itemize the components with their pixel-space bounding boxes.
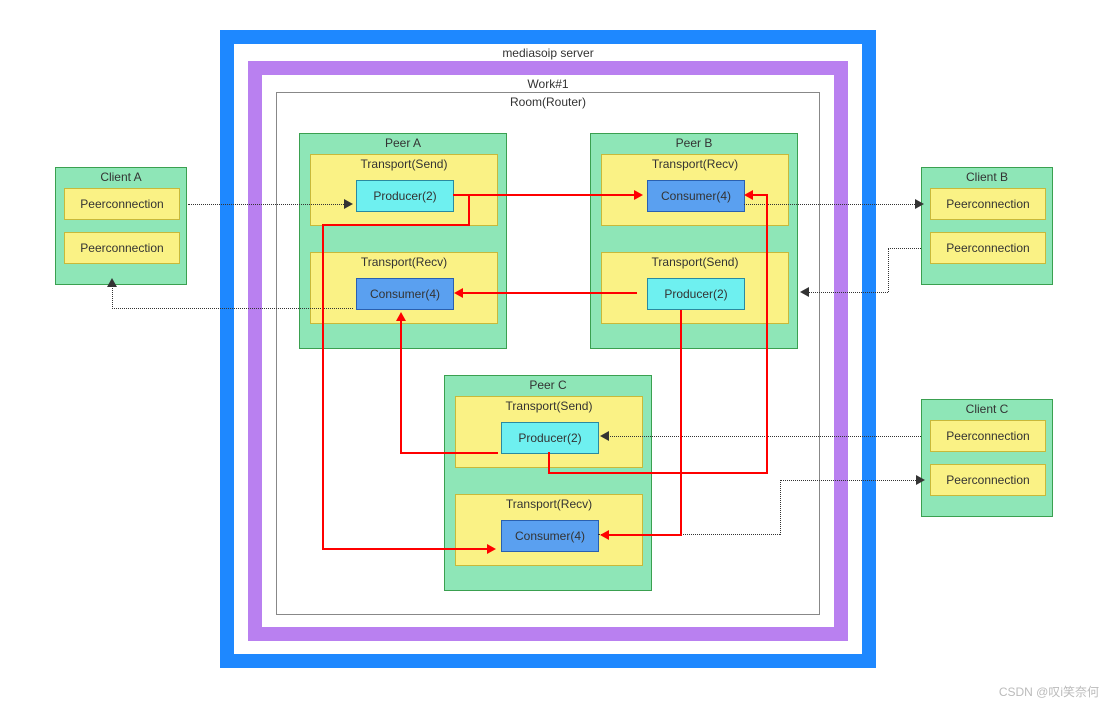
peer-c-transport-recv: Transport(Recv) Consumer(4) [455, 494, 643, 566]
peer-c-consumer: Consumer(4) [501, 520, 599, 552]
node-label: Consumer(4) [357, 279, 453, 309]
pc-label: Peerconnection [65, 189, 179, 219]
transport-label: Transport(Recv) [456, 495, 642, 511]
server-label: mediasoip server [234, 44, 862, 60]
pc-label: Peerconnection [931, 233, 1045, 263]
peer-b-label: Peer B [591, 134, 797, 150]
transport-label: Transport(Send) [311, 155, 497, 171]
node-label: Producer(2) [502, 423, 598, 453]
peer-a-label: Peer A [300, 134, 506, 150]
pc-label: Peerconnection [931, 421, 1045, 451]
room-label: Room(Router) [277, 93, 819, 109]
client-b-label: Client B [922, 168, 1052, 184]
peer-a-producer: Producer(2) [356, 180, 454, 212]
peer-a-transport-recv: Transport(Recv) Consumer(4) [310, 252, 498, 324]
peer-b-consumer: Consumer(4) [647, 180, 745, 212]
client-a-pc1: Peerconnection [64, 188, 180, 220]
client-a-label: Client A [56, 168, 186, 184]
edge-clientB2-peerB-prod-v [888, 248, 889, 292]
transport-label: Transport(Recv) [602, 155, 788, 171]
transport-label: Transport(Send) [602, 253, 788, 269]
peer-a-consumer: Consumer(4) [356, 278, 454, 310]
client-c-box: Client C Peerconnection Peerconnection [921, 399, 1053, 517]
watermark: CSDN @叹i笑奈何 [999, 683, 1099, 700]
peer-b-box: Peer B Transport(Recv) Consumer(4) Trans… [590, 133, 798, 349]
client-a-box: Client A Peerconnection Peerconnection [55, 167, 187, 285]
peer-c-box: Peer C Transport(Send) Producer(2) Trans… [444, 375, 652, 591]
node-label: Consumer(4) [648, 181, 744, 211]
node-label: Producer(2) [648, 279, 744, 309]
client-b-pc1: Peerconnection [930, 188, 1046, 220]
peer-a-box: Peer A Transport(Send) Producer(2) Trans… [299, 133, 507, 349]
client-b-box: Client B Peerconnection Peerconnection [921, 167, 1053, 285]
transport-label: Transport(Recv) [311, 253, 497, 269]
edge-peerA-cons-clientA2-v [112, 285, 113, 309]
pc-label: Peerconnection [65, 233, 179, 263]
peer-b-producer: Producer(2) [647, 278, 745, 310]
pc-label: Peerconnection [931, 189, 1045, 219]
work-label: Work#1 [262, 75, 834, 91]
peer-b-transport-recv: Transport(Recv) Consumer(4) [601, 154, 789, 226]
peer-a-transport-send: Transport(Send) Producer(2) [310, 154, 498, 226]
transport-label: Transport(Send) [456, 397, 642, 413]
client-a-pc2: Peerconnection [64, 232, 180, 264]
node-label: Consumer(4) [502, 521, 598, 551]
edge-clientB2-peerB-prod-h1 [888, 248, 921, 249]
peer-c-producer: Producer(2) [501, 422, 599, 454]
pc-label: Peerconnection [931, 465, 1045, 495]
client-c-label: Client C [922, 400, 1052, 416]
peer-c-transport-send: Transport(Send) Producer(2) [455, 396, 643, 468]
client-c-pc1: Peerconnection [930, 420, 1046, 452]
peer-c-label: Peer C [445, 376, 651, 392]
node-label: Producer(2) [357, 181, 453, 211]
client-b-pc2: Peerconnection [930, 232, 1046, 264]
client-c-pc2: Peerconnection [930, 464, 1046, 496]
peer-b-transport-send: Transport(Send) Producer(2) [601, 252, 789, 324]
